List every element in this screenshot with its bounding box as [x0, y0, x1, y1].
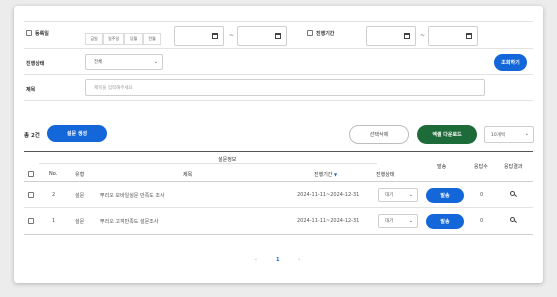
group-header-survey-info: 설문정보: [218, 157, 237, 163]
row-period: 2024-11-11~2024-12-31: [297, 192, 360, 198]
divider: [24, 48, 533, 49]
period-label: 진행기간: [316, 31, 335, 37]
status-label: 진행상태: [26, 61, 45, 67]
calendar-icon[interactable]: [404, 33, 410, 39]
date-separator: ~: [420, 32, 426, 39]
row-type: 설문: [75, 219, 85, 225]
reg-date-label: 등록일: [35, 31, 49, 37]
col-header-period-label: 진행기간: [314, 172, 333, 178]
period-start-date-input[interactable]: [366, 26, 416, 46]
page-number-current[interactable]: 1: [276, 257, 279, 263]
reg-date-checkbox[interactable]: [26, 30, 32, 36]
col-header-title: 제목: [183, 172, 193, 178]
row-checkbox[interactable]: [28, 192, 34, 198]
reg-end-date-input[interactable]: [237, 26, 287, 46]
calendar-icon[interactable]: [466, 33, 472, 39]
status-select[interactable]: 전체 ⌄: [85, 54, 163, 70]
col-header-responses: 응답수: [474, 164, 488, 170]
page-size-select[interactable]: 10개씩 ⌄: [484, 126, 534, 143]
divider: [24, 207, 533, 208]
period-checkbox[interactable]: [307, 30, 313, 36]
row-no: 2: [52, 192, 56, 198]
chevron-down-icon: ⌄: [408, 192, 413, 198]
row-status-value: 대기: [385, 219, 394, 224]
select-all-checkbox[interactable]: [28, 171, 34, 177]
row-status-select[interactable]: 대기 ⌄: [378, 188, 418, 202]
row-no: 1: [52, 218, 56, 224]
col-header-send: 발송: [437, 164, 447, 170]
row-responses: 0: [480, 218, 484, 224]
next-page-button[interactable]: ›: [298, 257, 300, 263]
table-top-border: [24, 151, 533, 152]
col-header-type: 유형: [75, 172, 85, 178]
calendar-icon[interactable]: [212, 33, 218, 39]
row-title[interactable]: 뿌리오 모바일설문 만족도 조사: [100, 192, 165, 199]
title-search-input[interactable]: 제목을 입력해주세요: [85, 79, 485, 96]
divider: [24, 74, 533, 75]
calendar-icon[interactable]: [275, 33, 281, 39]
row-type: 설문: [75, 193, 85, 199]
delete-selected-button[interactable]: 선택삭제: [349, 125, 409, 144]
search-icon[interactable]: [510, 191, 515, 196]
chevron-down-icon: ⌄: [524, 131, 529, 137]
search-button[interactable]: 조회하기: [494, 54, 527, 71]
divider: [24, 21, 533, 22]
row-period: 2024-11-11~2024-12-31: [297, 218, 360, 224]
page-size-value: 10개씩: [491, 132, 506, 138]
period-end-date-input[interactable]: [428, 26, 478, 46]
create-survey-button[interactable]: 설문 생성: [47, 125, 107, 142]
divider: [39, 163, 377, 164]
total-count: 총 2건: [24, 133, 40, 139]
col-header-result: 응답결과: [504, 164, 523, 170]
divider: [24, 100, 533, 101]
col-header-period[interactable]: 진행기간 ▼: [314, 171, 337, 178]
excel-download-button[interactable]: 엑셀 다운로드: [417, 125, 477, 144]
divider: [24, 181, 533, 182]
send-button[interactable]: 발송: [426, 188, 464, 203]
range-last-month-button[interactable]: 전월: [143, 33, 161, 45]
reg-start-date-input[interactable]: [174, 26, 224, 46]
survey-management-panel: 등록일 금일 일주일 당월 전월 ~ 진행기간 ~ 진행상태 전체 ⌄ 조회하기…: [14, 6, 543, 283]
row-title[interactable]: 뿌리오 고객만족도 설문조사: [100, 218, 158, 225]
divider: [24, 234, 533, 235]
status-select-value: 전체: [94, 60, 103, 65]
row-checkbox[interactable]: [28, 218, 34, 224]
range-week-button[interactable]: 일주일: [103, 33, 124, 45]
range-today-button[interactable]: 금일: [85, 33, 103, 45]
chevron-down-icon: ⌄: [408, 218, 413, 224]
range-this-month-button[interactable]: 당월: [124, 33, 143, 45]
row-responses: 0: [480, 192, 484, 198]
col-header-status: 진행상태: [376, 172, 395, 178]
date-separator: ~: [229, 32, 235, 39]
chevron-down-icon: ⌄: [153, 59, 158, 65]
row-status-select[interactable]: 대기 ⌄: [378, 214, 418, 228]
prev-page-button[interactable]: ‹: [255, 257, 257, 263]
row-status-value: 대기: [385, 193, 394, 198]
search-icon[interactable]: [510, 217, 515, 222]
col-header-no: No.: [49, 171, 58, 177]
title-label: 제목: [26, 87, 36, 93]
sort-desc-icon[interactable]: ▼: [334, 172, 337, 177]
send-button[interactable]: 발송: [426, 214, 464, 229]
